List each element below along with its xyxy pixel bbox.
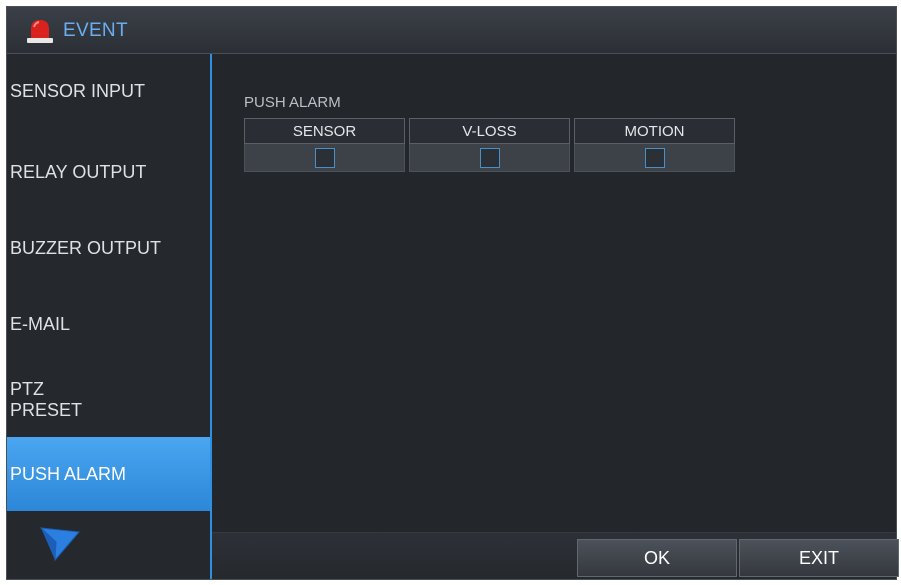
v-loss-checkbox[interactable] [479,147,500,168]
event-window: EVENT SENSOR INPUT RELAY OUTPUT BUZZER O… [6,6,899,580]
ok-button[interactable]: OK [577,539,737,577]
window-title: EVENT [63,20,128,41]
sidebar-item-label: SENSOR INPUT [10,80,146,101]
motion-column: MOTION [574,118,735,172]
column-header: V-LOSS [409,118,570,144]
sidebar-item-label: E-MAIL [10,313,71,334]
title-bar: EVENT [7,7,896,54]
sidebar-item-sensor-input[interactable]: SENSOR INPUT [7,54,210,128]
sidebar-item-relay-output[interactable]: RELAY OUTPUT [7,135,210,209]
sidebar-item-ptz-preset[interactable]: PTZ PRESET [7,363,210,437]
sidebar-item-label: PUSH ALARM [10,463,127,484]
motion-checkbox[interactable] [644,147,665,168]
sensor-cell [244,144,405,172]
sidebar-item-buzzer-output[interactable]: BUZZER OUTPUT [7,211,210,285]
sensor-column: SENSOR [244,118,405,172]
v-loss-column: V-LOSS [409,118,570,172]
sidebar-item-label: BUZZER OUTPUT [10,237,161,258]
v-loss-cell [409,144,570,172]
sidebar-item-label: PTZ PRESET [10,379,83,420]
motion-cell [574,144,735,172]
sidebar: SENSOR INPUT RELAY OUTPUT BUZZER OUTPUT … [7,54,212,579]
section-title: PUSH ALARM [244,94,341,111]
alarm-siren-icon [27,20,53,43]
pointer-cursor-icon [39,527,80,562]
sensor-checkbox[interactable] [314,147,335,168]
content-panel: PUSH ALARM SENSOR V-LOSS MOTION OK EXIT [212,54,899,579]
sidebar-item-push-alarm[interactable]: PUSH ALARM [7,437,210,511]
column-header: SENSOR [244,118,405,144]
column-header: MOTION [574,118,735,144]
bottom-bar: OK EXIT [212,532,899,579]
sidebar-item-e-mail[interactable]: E-MAIL [7,287,210,361]
exit-button[interactable]: EXIT [739,539,899,577]
sidebar-item-label: RELAY OUTPUT [10,161,147,182]
